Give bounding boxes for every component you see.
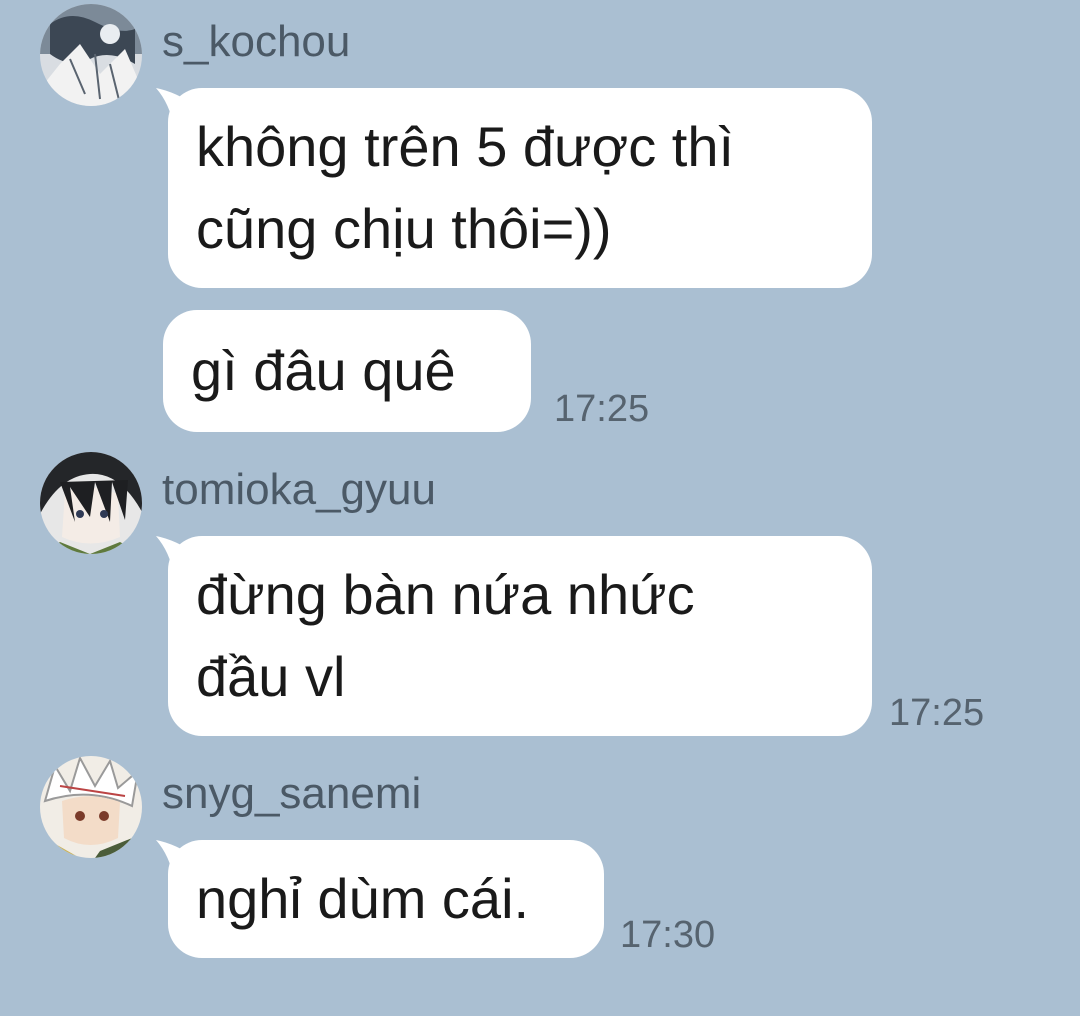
message-text-line: đừng bàn nứa nhức <box>196 563 695 626</box>
message-timestamp: 17:25 <box>554 388 650 430</box>
username-snyg-sanemi: snyg_sanemi <box>162 769 422 818</box>
bubble-tail-icon <box>156 536 196 576</box>
message-timestamp: 17:25 <box>889 692 985 734</box>
message-text-line: không trên 5 được thì <box>196 115 735 178</box>
username-tomioka-gyuu: tomioka_gyuu <box>162 465 436 514</box>
white-haired-character-avatar-icon <box>40 756 142 858</box>
bubble-tail-icon <box>156 840 196 880</box>
message-text-line: đầu vl <box>196 645 346 708</box>
message-timestamp: 17:30 <box>620 914 716 956</box>
message-text-line: nghỉ dùm cái. <box>196 867 530 930</box>
chat-thread: s_kochou không trên 5 được thì cũng chịu… <box>0 0 1080 1016</box>
message-bubble[interactable]: đừng bàn nứa nhức đầu vl <box>156 536 872 736</box>
message-bubble[interactable]: gì đâu quê <box>163 310 531 432</box>
bubble-tail-icon <box>156 88 196 128</box>
message-text-line: gì đâu quê <box>191 339 456 402</box>
sketch-character-avatar-icon <box>40 4 142 106</box>
dark-haired-character-avatar-icon <box>40 452 142 554</box>
message-bubble[interactable]: không trên 5 được thì cũng chịu thôi=)) <box>156 88 872 288</box>
message-text-line: cũng chịu thôi=)) <box>196 197 612 260</box>
message-bubble[interactable]: nghỉ dùm cái. <box>156 840 604 958</box>
avatar-tomioka-gyuu[interactable] <box>40 452 142 554</box>
avatar-s-kochou[interactable] <box>40 4 142 106</box>
avatar-snyg-sanemi[interactable] <box>40 756 142 858</box>
username-s-kochou: s_kochou <box>162 17 351 66</box>
